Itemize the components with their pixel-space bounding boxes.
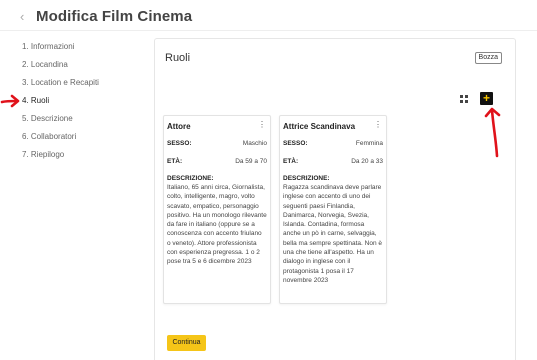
sesso-label: SESSO:	[283, 140, 308, 147]
red-arrow-annotation	[0, 94, 20, 108]
add-role-button[interactable]: +	[480, 92, 493, 105]
descrizione-text: Ragazza scandinava deve parlare inglese …	[283, 184, 382, 284]
grid-view-icon[interactable]	[460, 95, 468, 103]
step-riepilogo[interactable]: 7. Riepilogo	[22, 150, 142, 168]
descrizione-label: DESCRIZIONE:	[167, 175, 214, 182]
sesso-value: Femmina	[355, 140, 383, 147]
role-eta-row: ETÀ: Da 59 a 70	[167, 158, 267, 168]
role-sesso-row: SESSO: Femmina	[283, 140, 383, 150]
step-ruoli[interactable]: 4. Ruoli	[22, 96, 142, 114]
step-informazioni[interactable]: 1. Informazioni	[22, 42, 142, 60]
role-card[interactable]: Attrice Scandinava ⋮ SESSO: Femmina ETÀ:…	[279, 115, 387, 304]
step-collaboratori[interactable]: 6. Collaboratori	[22, 132, 142, 150]
eta-label: ETÀ:	[283, 158, 299, 165]
continue-button[interactable]: Continua	[167, 335, 206, 351]
panel-title: Ruoli	[165, 52, 191, 64]
eta-value: Da 59 a 70	[235, 158, 267, 165]
page-title: Modifica Film Cinema	[36, 8, 193, 25]
role-card[interactable]: Attore ⋮ SESSO: Maschio ETÀ: Da 59 a 70 …	[163, 115, 271, 304]
header-divider	[0, 30, 537, 31]
kebab-menu-icon[interactable]: ⋮	[258, 121, 266, 129]
sesso-label: SESSO:	[167, 140, 192, 147]
plus-icon: +	[482, 91, 490, 105]
steps-nav: 1. Informazioni 2. Locandina 3. Location…	[22, 42, 142, 168]
role-name: Attore	[167, 122, 191, 131]
chevron-left-icon[interactable]: ‹	[20, 10, 28, 23]
kebab-menu-icon[interactable]: ⋮	[374, 121, 382, 129]
red-arrow-annotation	[484, 107, 501, 158]
eta-value: Da 20 a 33	[351, 158, 383, 165]
sesso-value: Maschio	[242, 140, 267, 147]
role-eta-row: ETÀ: Da 20 a 33	[283, 158, 383, 168]
step-locandina[interactable]: 2. Locandina	[22, 60, 142, 78]
step-location-recapiti[interactable]: 3. Location e Recapiti	[22, 78, 142, 96]
descrizione-text: Italiano, 65 anni circa, Giornalista, co…	[167, 184, 267, 266]
descrizione-label: DESCRIZIONE:	[283, 175, 330, 182]
role-sesso-row: SESSO: Maschio	[167, 140, 267, 150]
role-name: Attrice Scandinava	[283, 122, 356, 131]
roles-panel: Ruoli Bozza + Attore ⋮ SESSO: Maschio ET…	[154, 38, 516, 360]
eta-label: ETÀ:	[167, 158, 183, 165]
step-descrizione[interactable]: 5. Descrizione	[22, 114, 142, 132]
status-badge: Bozza	[474, 52, 502, 64]
